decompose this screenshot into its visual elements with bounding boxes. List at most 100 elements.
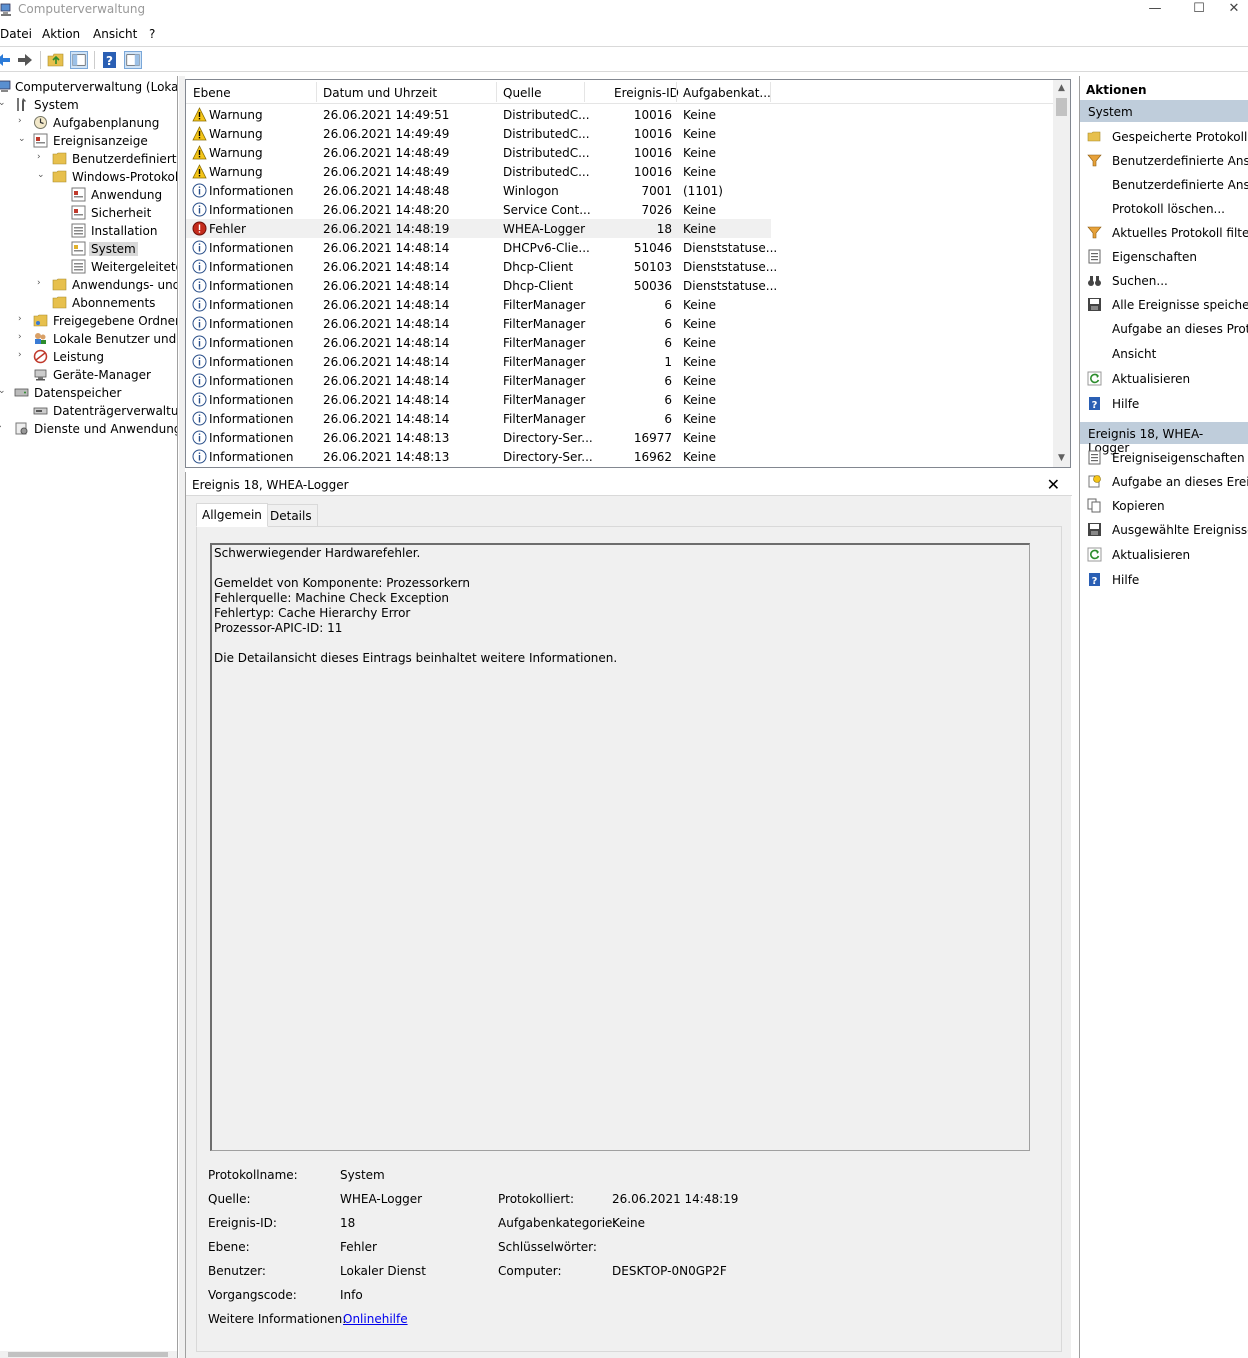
scroll-thumb[interactable] bbox=[1056, 98, 1067, 116]
action-item[interactable]: Aufgabe an dieses Prot... bbox=[1080, 318, 1248, 340]
action-item[interactable]: Benutzerdefinierte Ansi... bbox=[1080, 174, 1248, 196]
chevron-right-icon[interactable]: › bbox=[0, 422, 8, 434]
action-item[interactable]: Kopieren bbox=[1080, 495, 1248, 517]
svg-text:?: ? bbox=[1092, 576, 1098, 587]
column-level[interactable]: Ebene bbox=[193, 86, 231, 100]
table-row[interactable]: Informationen 26.06.2021 14:48:14 DHCPv6-C… bbox=[186, 238, 777, 257]
table-row[interactable]: Informationen 26.06.2021 14:48:20 Service … bbox=[186, 200, 771, 219]
scroll-down-icon[interactable]: ▼ bbox=[1053, 450, 1070, 467]
action-item[interactable]: ? Hilfe bbox=[1080, 393, 1248, 415]
table-row[interactable]: Warnung 26.06.2021 14:49:51 DistributedC..… bbox=[186, 105, 771, 124]
action-item[interactable]: Ausgewählte Ereignisse... bbox=[1080, 519, 1248, 541]
table-row[interactable]: Warnung 26.06.2021 14:49:49 DistributedC..… bbox=[186, 124, 771, 143]
action-item[interactable]: Ereigniseigenschaften bbox=[1080, 447, 1248, 469]
chevron-down-icon[interactable]: ⌄ bbox=[18, 134, 28, 146]
tab-general[interactable]: Allgemein bbox=[196, 503, 268, 527]
action-item[interactable]: Aktualisieren bbox=[1080, 368, 1248, 390]
cell-datetime: 26.06.2021 14:48:14 bbox=[323, 374, 450, 388]
table-row[interactable]: Informationen 26.06.2021 14:48:48 Winlogon… bbox=[186, 181, 771, 200]
tree-label: Abonnements bbox=[72, 296, 156, 310]
minimize-button[interactable]: — bbox=[1132, 0, 1178, 22]
action-label: Benutzerdefinierte Ansi... bbox=[1112, 154, 1248, 168]
cell-level: Warnung bbox=[209, 146, 263, 160]
table-row[interactable]: Informationen 26.06.2021 14:48:14 FilterMa… bbox=[186, 409, 771, 428]
table-row[interactable]: Informationen 26.06.2021 14:48:14 FilterMa… bbox=[186, 295, 771, 314]
menu-view[interactable]: Ansicht bbox=[93, 27, 137, 41]
menu-help[interactable]: ? bbox=[149, 27, 155, 41]
chevron-right-icon[interactable]: › bbox=[37, 152, 47, 164]
actions-section-event[interactable]: Ereignis 18, WHEA-Logger bbox=[1080, 422, 1248, 455]
online-help-link[interactable]: Onlinehilfe bbox=[343, 1312, 408, 1326]
chevron-down-icon[interactable]: ⌄ bbox=[37, 170, 47, 182]
tab-details[interactable]: Details bbox=[264, 504, 318, 527]
cell-source: Dhcp-Client bbox=[503, 260, 574, 274]
action-item[interactable]: Aufgabe an dieses Erei... bbox=[1080, 471, 1248, 493]
close-button[interactable]: ✕ bbox=[1220, 0, 1248, 22]
event-description[interactable]: Schwerwiegender Hardwarefehler. Gemeldet… bbox=[210, 543, 1030, 1151]
maximize-button[interactable]: ☐ bbox=[1176, 0, 1222, 22]
table-row[interactable]: Informationen 26.06.2021 14:48:13 Director… bbox=[186, 428, 771, 447]
tree-label: Dienste und Anwendungen bbox=[34, 422, 177, 436]
forward-arrow-icon[interactable] bbox=[16, 51, 34, 69]
info-icon bbox=[192, 354, 207, 369]
chevron-right-icon[interactable]: › bbox=[18, 116, 28, 128]
computer-icon bbox=[0, 80, 11, 92]
table-row[interactable]: Informationen 26.06.2021 14:48:14 FilterMa… bbox=[186, 371, 771, 390]
chevron-right-icon[interactable]: › bbox=[37, 278, 47, 290]
menu-action[interactable]: Aktion bbox=[42, 27, 80, 41]
chevron-down-icon[interactable]: ⌄ bbox=[0, 98, 8, 110]
table-row[interactable]: Informationen 26.06.2021 14:48:14 Dhcp-Cli… bbox=[186, 276, 777, 295]
column-datetime[interactable]: Datum und Uhrzeit bbox=[323, 86, 437, 100]
table-row[interactable]: Informationen 26.06.2021 14:48:14 FilterMa… bbox=[186, 352, 771, 371]
folder-open-icon bbox=[1087, 131, 1101, 142]
event-viewer-icon bbox=[33, 133, 48, 148]
action-item[interactable]: ? Hilfe bbox=[1080, 569, 1248, 591]
value-task-category: Keine bbox=[612, 1216, 645, 1230]
table-row[interactable]: Warnung 26.06.2021 14:48:49 DistributedC..… bbox=[186, 162, 771, 181]
refresh-icon bbox=[1087, 371, 1102, 386]
table-row[interactable]: Warnung 26.06.2021 14:48:49 DistributedC..… bbox=[186, 143, 771, 162]
table-row[interactable]: Informationen 26.06.2021 14:48:14 FilterMa… bbox=[186, 390, 771, 409]
back-arrow-icon[interactable] bbox=[0, 51, 12, 69]
chevron-down-icon[interactable]: ⌄ bbox=[0, 386, 8, 398]
action-item[interactable]: Aktualisieren bbox=[1080, 544, 1248, 566]
show-hide-tree-icon[interactable] bbox=[70, 51, 88, 69]
log-icon bbox=[71, 205, 86, 220]
tree-label: Leistung bbox=[53, 350, 104, 364]
cell-event-id: 1 bbox=[664, 355, 672, 369]
table-row[interactable]: Informationen 26.06.2021 14:48:14 Dhcp-Cli… bbox=[186, 257, 777, 276]
chevron-right-icon[interactable]: › bbox=[18, 314, 28, 326]
binoculars-icon bbox=[1088, 276, 1101, 286]
cell-task-category: Keine bbox=[683, 393, 716, 407]
toolbar: ? bbox=[0, 46, 1248, 72]
table-row[interactable]: Fehler 26.06.2021 14:48:19 WHEA-Logger 18 Ke… bbox=[186, 219, 771, 238]
menu-file[interactable]: Datei bbox=[0, 27, 32, 41]
description-line bbox=[214, 561, 1027, 576]
table-row[interactable]: Informationen 26.06.2021 14:48:13 Director… bbox=[186, 447, 771, 466]
table-row[interactable]: Informationen 26.06.2021 14:48:14 FilterMa… bbox=[186, 314, 771, 333]
action-label: Hilfe bbox=[1112, 397, 1140, 411]
table-row[interactable]: Informationen 26.06.2021 14:48:14 FilterMa… bbox=[186, 333, 771, 352]
scroll-up-icon[interactable]: ▲ bbox=[1053, 80, 1070, 97]
column-source[interactable]: Quelle bbox=[503, 86, 541, 100]
actions-section-system[interactable]: System bbox=[1080, 100, 1248, 122]
action-item[interactable]: Benutzerdefinierte Ansi... bbox=[1080, 150, 1248, 172]
action-item[interactable]: Ansicht bbox=[1080, 343, 1248, 365]
column-task-category[interactable]: Aufgabenkat... bbox=[683, 86, 771, 100]
tree-horizontal-scrollbar[interactable] bbox=[0, 1351, 177, 1358]
chevron-right-icon[interactable]: › bbox=[18, 332, 28, 344]
up-folder-icon[interactable] bbox=[47, 51, 65, 69]
help-icon[interactable]: ? bbox=[101, 51, 119, 69]
info-icon bbox=[192, 278, 207, 293]
action-item[interactable]: Aktuelles Protokoll filte... bbox=[1080, 222, 1248, 244]
action-item[interactable]: Protokoll löschen... bbox=[1080, 198, 1248, 220]
column-event-id[interactable]: Ereignis-ID bbox=[614, 86, 679, 100]
chevron-right-icon[interactable]: › bbox=[18, 350, 28, 362]
event-list-scrollbar[interactable]: ▲ ▼ bbox=[1053, 80, 1070, 467]
action-item[interactable]: Alle Ereignisse speicher... bbox=[1080, 294, 1248, 316]
show-hide-action-pane-icon[interactable] bbox=[124, 51, 142, 69]
action-item[interactable]: Suchen... bbox=[1080, 270, 1248, 292]
close-detail-icon[interactable]: ✕ bbox=[1047, 475, 1060, 494]
action-item[interactable]: Eigenschaften bbox=[1080, 246, 1248, 268]
action-item[interactable]: Gespeicherte Protokoll... bbox=[1080, 126, 1248, 148]
